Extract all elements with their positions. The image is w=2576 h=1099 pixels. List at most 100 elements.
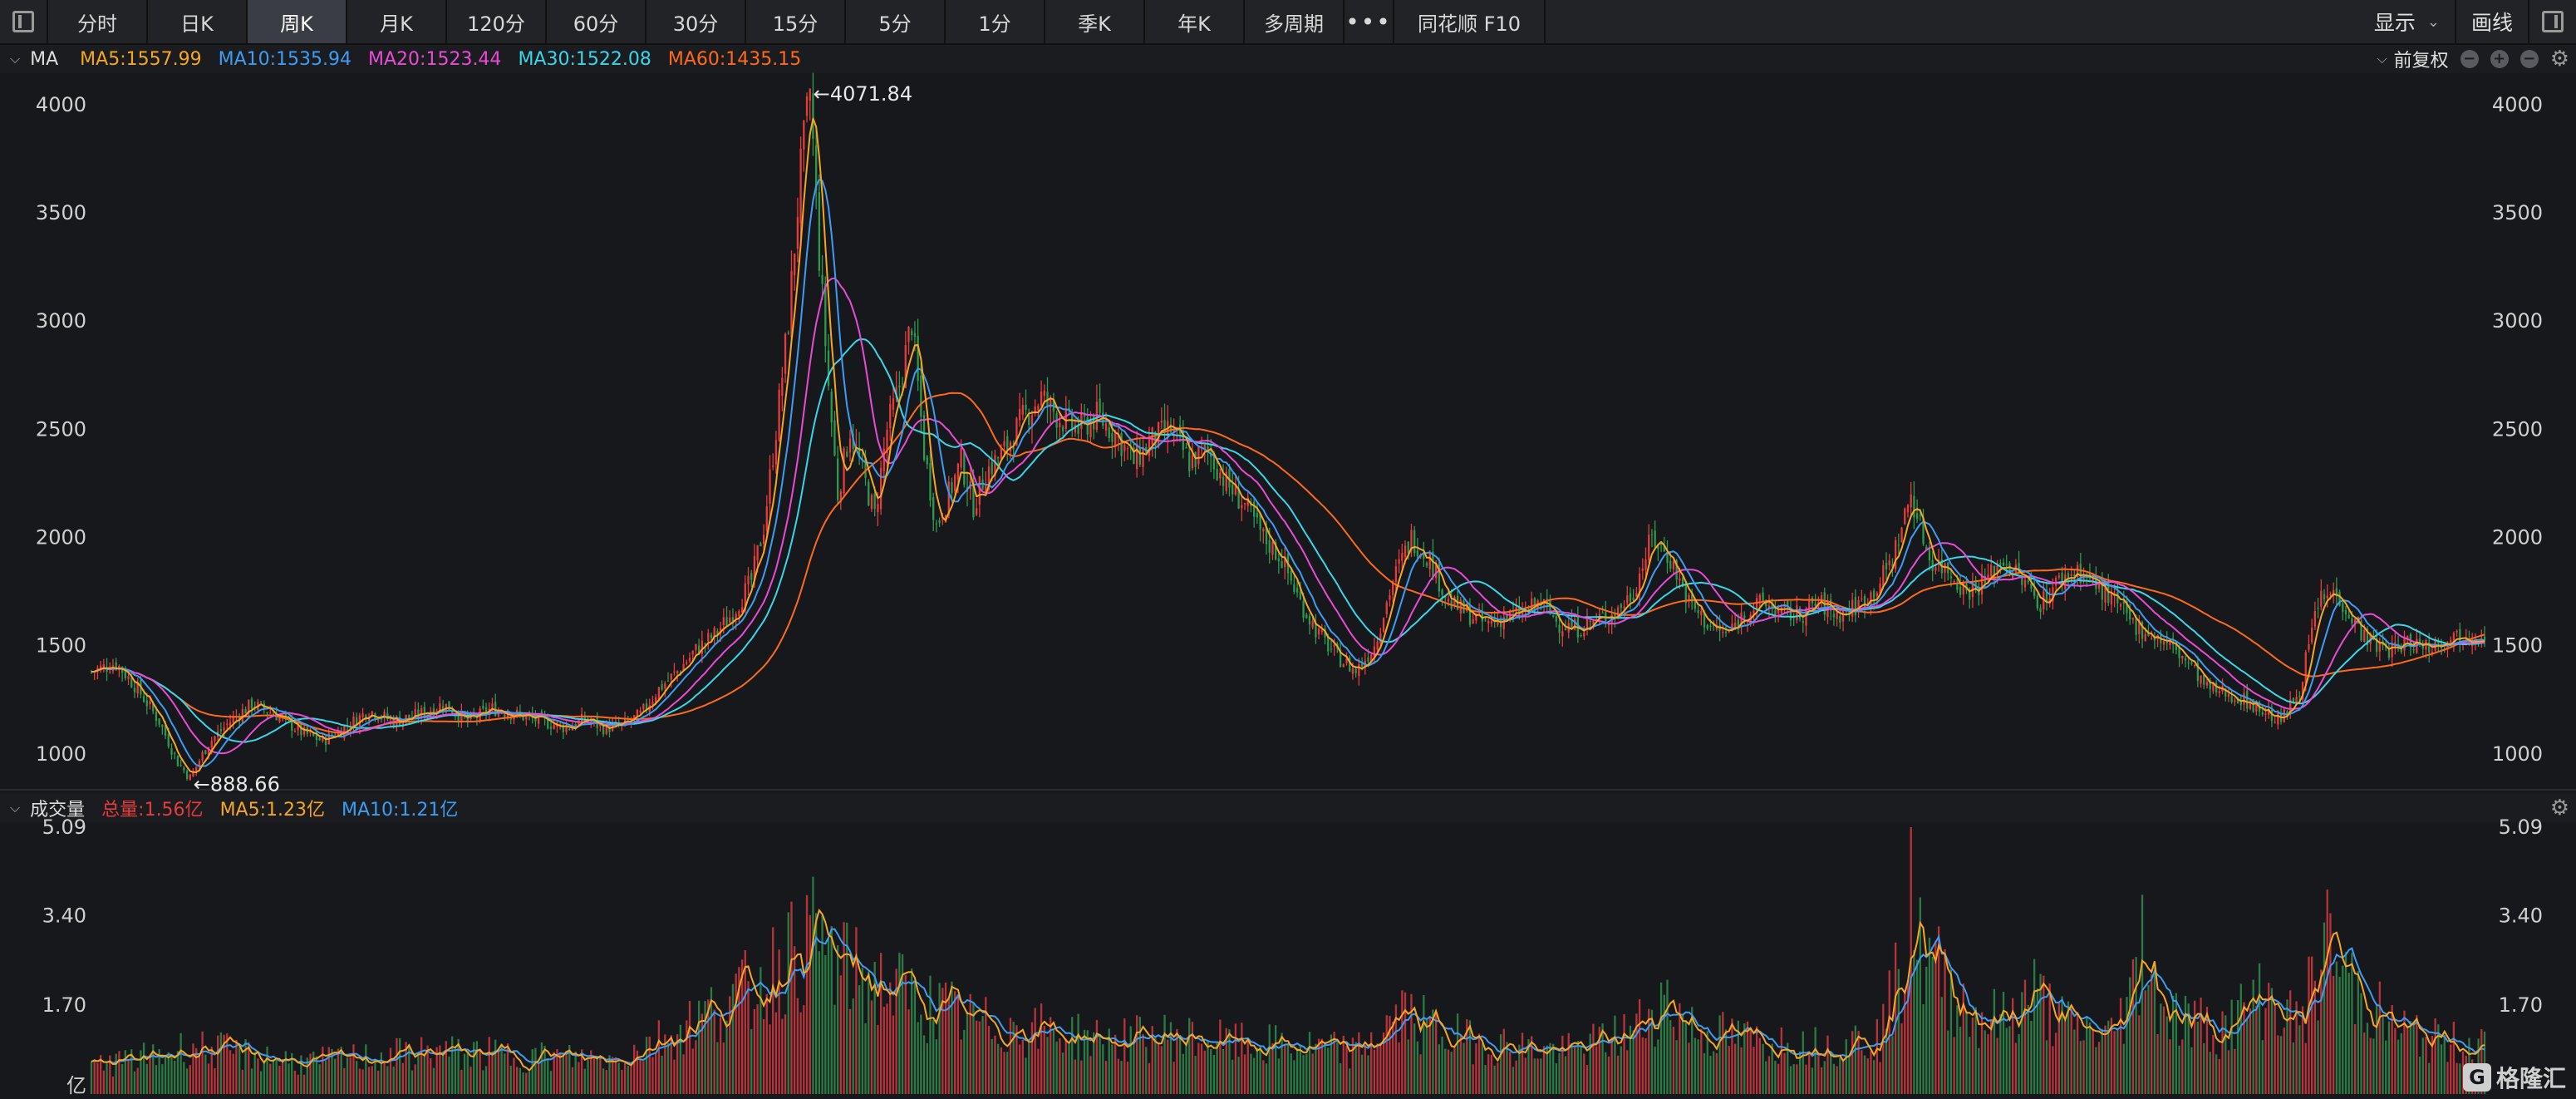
candle-body [657,687,661,700]
volume-bar [2289,990,2292,1094]
candle-body [1191,455,1194,469]
volume-bar [879,953,882,1094]
volume-bar [1571,1043,1573,1094]
volume-bar [2230,999,2233,1094]
volume-bar [1641,1037,1644,1094]
volume-bar [2008,1026,2011,1094]
volume-bar [713,1009,715,1094]
volume-bar [976,1020,978,1094]
candle-body [1160,421,1163,423]
candle-body [1077,426,1079,434]
volume-bar [102,1070,105,1094]
volume-bar [1861,1050,1863,1094]
volume-bar [1540,1058,1542,1094]
volume-bar [1978,1047,1980,1094]
volume-bar [2215,1054,2218,1094]
candle-body [2203,674,2205,685]
volume-bar [417,1052,420,1094]
candle-body [932,497,935,520]
volume-bar [1863,1055,1866,1094]
y-tick-label-left: 1500 [36,634,86,658]
volume-bar [2335,961,2338,1094]
volume-bar [2421,1037,2424,1094]
candle-body [1836,612,1838,619]
volume-bar [2236,999,2239,1094]
candle-body [1416,550,1419,557]
volume-bar [2418,1056,2421,1094]
candle-body [889,403,892,429]
candle-body [2110,592,2113,605]
y-tick-label-right: 2000 [2492,525,2543,549]
volume-bar [565,1051,568,1094]
volume-bar [2372,1038,2375,1094]
candle-body [2243,692,2245,705]
candle-body [2329,594,2332,595]
candle-body [664,683,666,688]
volume-bar [818,951,821,1094]
volume-bar [1250,1053,1252,1094]
volume-bar [1607,1056,1610,1094]
volume-bar [1561,1035,1564,1094]
candle-body [2184,658,2187,661]
volume-bar [1126,1061,1129,1094]
candle-body [2218,691,2220,693]
candle-body [1241,505,1243,509]
volume-bar [1030,1022,1034,1094]
candle-body [1832,614,1836,618]
volume-bar [288,1063,290,1094]
volume-bar [2160,1003,2162,1094]
candle-body [877,504,879,513]
volume-bar [651,1057,654,1094]
candle-body [198,761,201,766]
volume-bar [1428,1017,1431,1094]
volume-bar [1990,1020,1993,1094]
candle-body [676,671,679,673]
volume-bar [133,1071,136,1094]
volume-bar [911,968,913,1094]
volume-bar [1052,1030,1055,1094]
volume-bar [1055,1041,1058,1094]
volume-bar [836,945,839,1094]
volume-bar [1875,1018,1879,1094]
volume-bar [257,1058,259,1094]
volume-bar [497,1052,500,1094]
volume-bar [346,1057,349,1094]
volume-bar [1148,1062,1151,1094]
volume-bar [1194,1056,1197,1094]
volume-tick-left: 3.40 [42,904,86,928]
volume-bar [140,1050,142,1094]
candle-body [701,640,703,654]
candle-body [250,698,253,709]
volume-bar [1931,956,1934,1094]
candle-body [2181,655,2184,658]
candle-body [2351,618,2353,623]
volume-bar [666,1042,670,1094]
volume-bar [1558,1052,1561,1094]
candle-body [1669,560,1672,569]
volume-bar [1841,1060,1845,1094]
volume-bar [1074,1059,1077,1094]
volume-bar [377,1070,380,1094]
volume-bar [1724,1029,1728,1094]
candle-body [1585,618,1589,630]
volume-bar [1728,1046,1730,1094]
volume-bar [1475,1043,1477,1094]
volume-bar [207,1063,210,1094]
candle-body [226,723,229,726]
candle-body [892,398,895,410]
volume-bar [1585,1065,1589,1094]
volume-bar [716,1042,719,1094]
volume-bar [1891,1036,1894,1094]
volume-bar [2246,1018,2249,1094]
volume-bar [2308,956,2310,1094]
candle-body [803,120,805,150]
candle-body [642,703,645,710]
volume-bar [907,1009,910,1094]
candle-body [1863,596,1866,609]
volume-bar [1135,1015,1138,1094]
volume-bar [756,1004,759,1094]
candle-body [991,461,993,475]
candle-body [868,481,870,505]
volume-bar [1934,940,1937,1094]
candle-body [821,274,823,284]
